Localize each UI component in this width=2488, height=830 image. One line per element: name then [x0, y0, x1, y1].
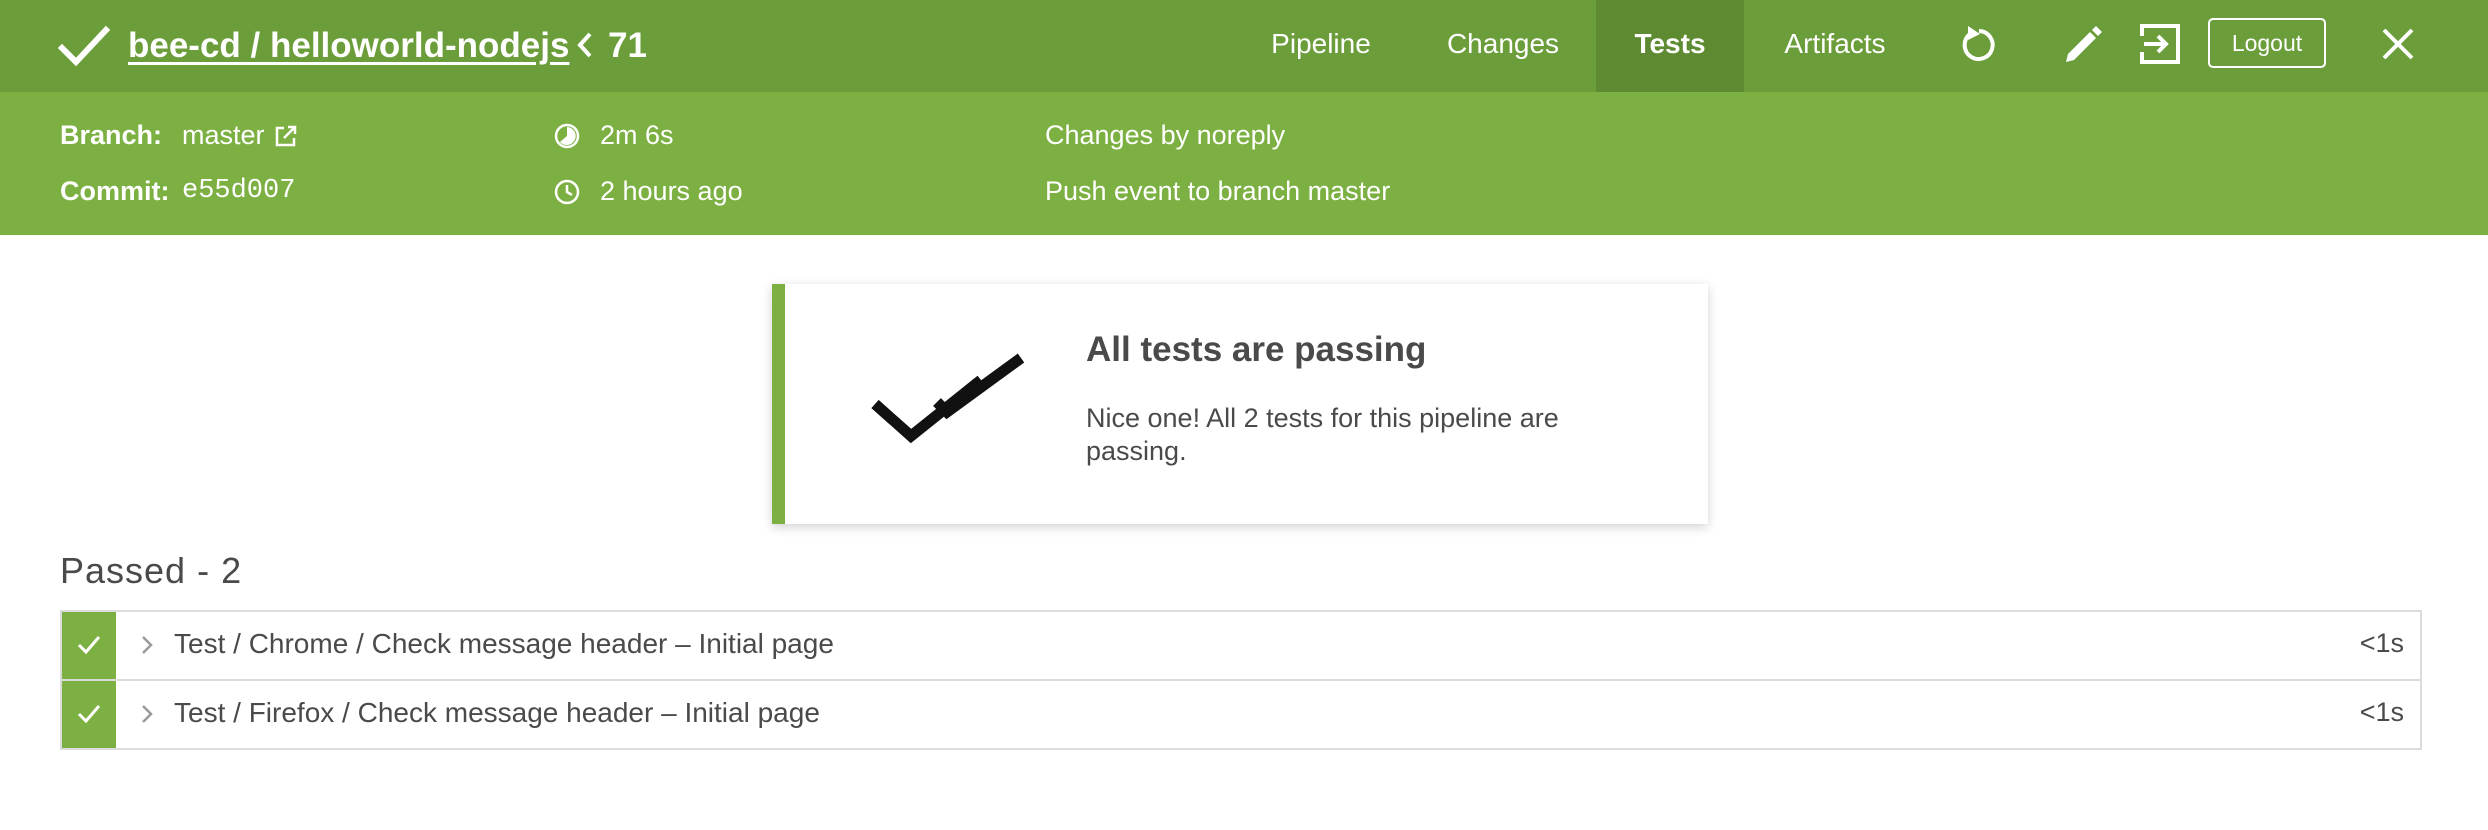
test-duration: <1s [2359, 628, 2404, 658]
external-link-icon[interactable] [274, 124, 298, 148]
summary-title: All tests are passing [1086, 330, 1427, 369]
run-number: 71 [608, 26, 647, 65]
commit-label: Commit: [60, 176, 170, 206]
status-badge [62, 612, 116, 679]
pencil-icon[interactable] [2062, 24, 2104, 66]
status-badge [62, 681, 116, 748]
tab-changes[interactable]: Changes [1430, 0, 1576, 92]
test-row[interactable]: Test / Chrome / Check message header – I… [62, 612, 2420, 679]
chevron-right-icon[interactable] [140, 703, 154, 725]
run-info-bar: Branch: master Commit: e55d007 2m 6s 2 h… [0, 92, 2488, 235]
tab-tests[interactable]: Tests [1596, 0, 1744, 92]
pipeline-title-link[interactable]: bee-cd / helloworld-nodejs [128, 22, 569, 70]
test-row[interactable]: Test / Firefox / Check message header – … [62, 679, 2420, 748]
test-duration: <1s [2359, 697, 2404, 727]
tests-summary-card: All tests are passing Nice one! All 2 te… [772, 284, 1708, 524]
close-icon[interactable] [2378, 24, 2418, 64]
chevron-left-icon[interactable] [574, 30, 596, 60]
top-bar: bee-cd / helloworld-nodejs 71 Pipeline C… [0, 0, 2488, 92]
run-duration: 2m 6s [600, 120, 674, 150]
run-cause: Push event to branch master [1045, 176, 1391, 206]
check-icon [77, 636, 101, 655]
branch-value: master [182, 120, 265, 150]
check-icon [77, 705, 101, 724]
tab-artifacts[interactable]: Artifacts [1764, 0, 1906, 92]
run-started-time: 2 hours ago [600, 176, 743, 206]
tab-pipeline[interactable]: Pipeline [1252, 0, 1390, 92]
replay-icon[interactable] [1958, 24, 2000, 66]
test-list: Test / Chrome / Check message header – I… [60, 610, 2422, 750]
passed-heading: Passed - 2 [60, 550, 243, 591]
duration-icon [554, 123, 580, 149]
changes-by: Changes by noreply [1045, 120, 1286, 150]
chevron-right-icon[interactable] [140, 634, 154, 656]
double-check-icon [871, 353, 1025, 444]
commit-value: e55d007 [182, 176, 296, 206]
check-icon [58, 25, 110, 67]
branch-label: Branch: [60, 120, 163, 150]
logout-button[interactable]: Logout [2208, 18, 2326, 68]
exit-icon[interactable] [2138, 22, 2182, 66]
clock-icon [554, 179, 580, 205]
summary-message: Nice one! All 2 tests for this pipeline … [1086, 403, 1559, 466]
test-name: Test / Chrome / Check message header – I… [174, 628, 834, 659]
test-name: Test / Firefox / Check message header – … [174, 697, 820, 728]
